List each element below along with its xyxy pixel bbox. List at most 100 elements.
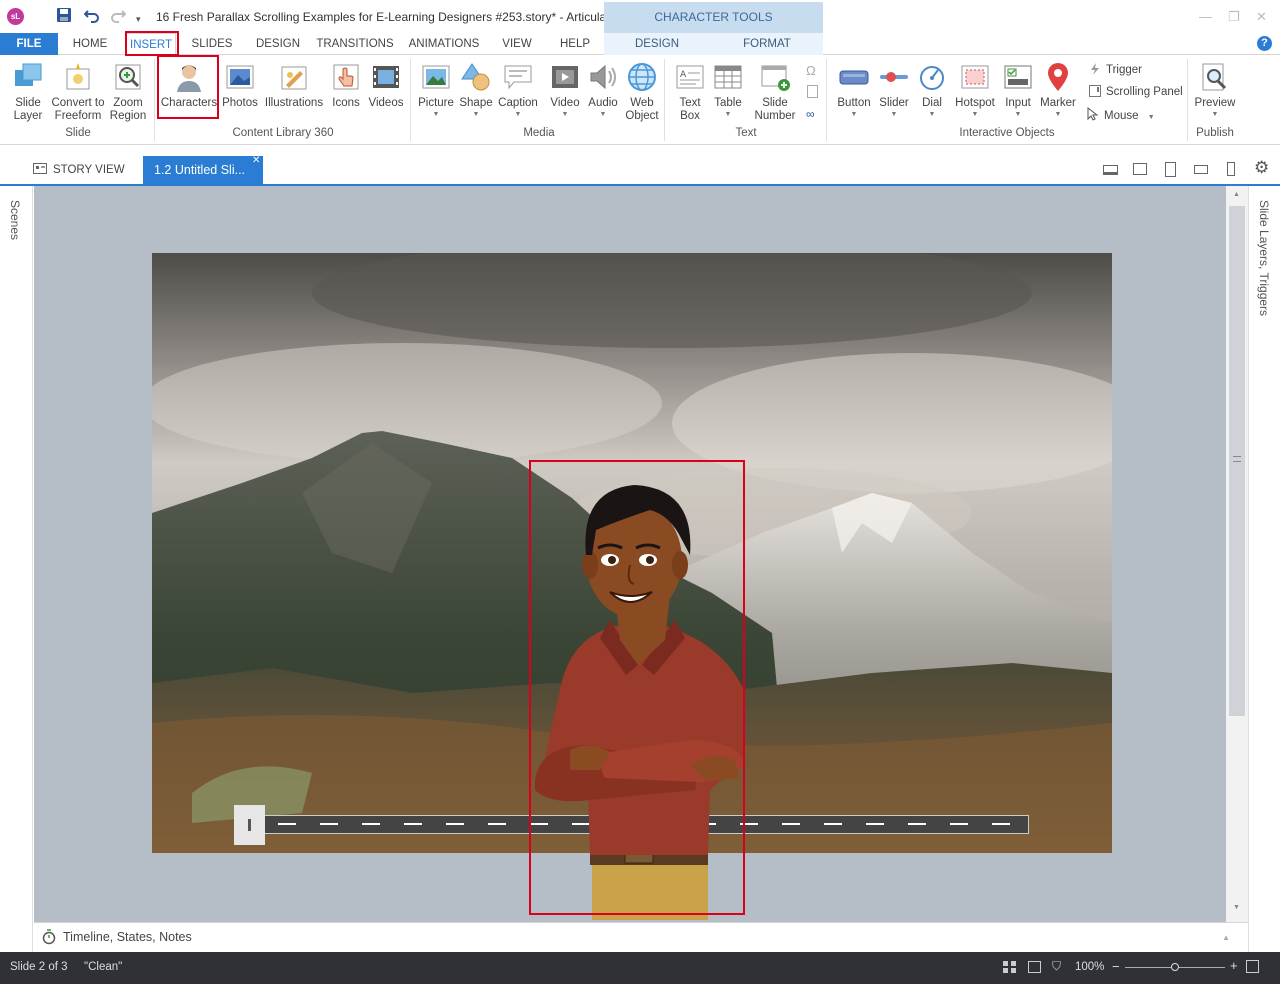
tab-character-format[interactable]: FORMAT [734, 33, 800, 55]
save-icon[interactable] [56, 7, 72, 28]
marker-button[interactable]: Marker ▼ [1038, 61, 1078, 119]
undo-icon[interactable] [83, 7, 100, 28]
illustrations-button[interactable]: Illustrations [262, 61, 326, 110]
group-separator [1187, 59, 1188, 141]
tab-design[interactable]: DESIGN [250, 33, 306, 55]
close-icon[interactable]: ✕ [1256, 10, 1267, 23]
phone-portrait-icon[interactable] [1227, 162, 1235, 176]
desktop-view-icon[interactable] [1133, 163, 1147, 175]
audio-button[interactable]: Audio ▼ [584, 61, 622, 119]
mouse-button[interactable]: Mouse ▼ [1087, 106, 1155, 125]
dial-button[interactable]: Dial ▼ [914, 61, 950, 119]
tab-character-design[interactable]: DESIGN [624, 33, 690, 55]
scenes-pane[interactable]: Scenes [0, 186, 33, 952]
chevron-down-icon: ▼ [724, 111, 732, 118]
tab-animations[interactable]: ANIMATIONS [404, 33, 484, 55]
tablet-portrait-icon[interactable] [1165, 162, 1176, 177]
tab-file[interactable]: FILE [0, 33, 58, 55]
timeline-states-notes-pane[interactable]: Timeline, States, Notes ▲ [34, 922, 1248, 952]
tab-transitions[interactable]: TRANSITIONS [314, 33, 396, 55]
convert-to-freeform-button[interactable]: Convert to Freeform [50, 61, 106, 123]
expand-up-icon[interactable]: ▲ [1222, 933, 1230, 942]
chevron-down-icon: ▼ [850, 111, 858, 118]
slide-layers-triggers-pane[interactable]: Slide Layers, Triggers [1248, 186, 1280, 952]
gear-icon[interactable]: ⚙ [1254, 158, 1269, 178]
scroll-down-icon[interactable]: ▼ [1233, 904, 1240, 911]
app-logo[interactable]: sL [7, 8, 24, 25]
slide-layer-button[interactable]: Slide Layer [6, 61, 50, 123]
chevron-down-icon: ▼ [514, 111, 522, 118]
zoom-in-icon[interactable]: + [1230, 958, 1238, 973]
scroll-up-icon[interactable]: ▲ [1233, 191, 1240, 198]
tab-home[interactable]: HOME [62, 33, 118, 55]
hyperlink-icon[interactable]: ∞ [806, 107, 815, 121]
minimize-icon[interactable]: — [1199, 10, 1212, 23]
scrollbar-thumb[interactable] [1229, 206, 1245, 716]
slide-layer-icon [12, 61, 44, 93]
icons-button[interactable]: Icons [328, 61, 364, 110]
scrolling-panel-button[interactable]: Scrolling Panel [1089, 85, 1183, 99]
equation-icon[interactable] [807, 85, 818, 98]
help-icon[interactable]: ? [1257, 36, 1272, 51]
zoom-slider-thumb[interactable] [1171, 963, 1179, 971]
button-icon [838, 61, 870, 93]
trigger-button[interactable]: Trigger [1089, 63, 1142, 77]
zoom-region-button[interactable]: Zoom Region [106, 61, 150, 123]
chevron-down-icon: ▼ [599, 111, 607, 118]
tab-help[interactable]: HELP [552, 33, 598, 55]
scroll-handle[interactable] [234, 805, 265, 845]
lightning-icon [1089, 63, 1101, 75]
input-button[interactable]: Input ▼ [998, 61, 1038, 119]
laptop-view-icon[interactable] [1103, 165, 1118, 175]
vertical-scrollbar[interactable]: ▲ ▼ [1226, 186, 1248, 922]
zoom-out-icon[interactable]: − [1112, 959, 1120, 974]
globe-icon [626, 61, 658, 93]
table-button[interactable]: Table ▼ [710, 61, 746, 119]
highlight-characters-button [157, 55, 219, 119]
slider-icon [878, 61, 910, 93]
normal-view-icon[interactable] [1028, 961, 1041, 973]
hotspot-button[interactable]: Hotspot ▼ [952, 61, 998, 119]
illustration-icon [278, 61, 310, 93]
speaker-icon [587, 61, 619, 93]
photos-button[interactable]: Photos [220, 61, 260, 110]
story-view-tab[interactable]: STORY VIEW [33, 163, 125, 176]
chevron-down-icon: ▼ [1147, 114, 1155, 121]
text-box-button[interactable]: A Text Box [670, 61, 710, 123]
fit-to-window-icon[interactable] [1246, 960, 1259, 973]
caption-icon [502, 61, 534, 93]
hand-pointer-icon [330, 61, 362, 93]
caption-button[interactable]: Caption ▼ [496, 61, 540, 119]
tab-slides[interactable]: SLIDES [186, 33, 238, 55]
story-view-icon [33, 163, 47, 174]
photo-icon [224, 61, 256, 93]
chevron-down-icon: ▼ [472, 111, 480, 118]
group-separator [826, 59, 827, 141]
video-icon [549, 61, 581, 93]
videos-button[interactable]: Videos [366, 61, 406, 110]
preview-button[interactable]: Preview ▼ [1192, 61, 1238, 119]
web-object-button[interactable]: Web Object [622, 61, 662, 123]
shape-button[interactable]: Shape ▼ [457, 61, 495, 119]
video-button[interactable]: Video ▼ [546, 61, 584, 119]
redo-icon[interactable] [110, 7, 127, 28]
customize-qa-icon[interactable]: ▾ [136, 10, 141, 28]
shape-icon [460, 61, 492, 93]
picture-button[interactable]: Picture ▼ [416, 61, 456, 119]
slider-button[interactable]: Slider ▼ [876, 61, 912, 119]
preview-slide-icon[interactable]: ⛉ [1052, 959, 1061, 974]
tab-view[interactable]: VIEW [494, 33, 540, 55]
group-label-text: Text [735, 127, 757, 139]
chevron-down-icon: ▼ [1211, 111, 1219, 118]
slide-tab-active[interactable]: 1.2 Untitled Sli... [143, 156, 263, 184]
symbol-icon[interactable]: Ω [806, 63, 816, 78]
slide-number-button[interactable]: Slide Number [748, 61, 802, 123]
button-button[interactable]: Button ▼ [832, 61, 876, 119]
view-tabs-row: STORY VIEW 1.2 Untitled Sli... ✕ ⚙ [0, 153, 1280, 186]
restore-icon[interactable]: ❐ [1228, 10, 1240, 23]
phone-landscape-icon[interactable] [1194, 165, 1208, 174]
input-icon [1002, 61, 1034, 93]
zoom-level: 100% [1075, 961, 1105, 973]
grid-view-icon[interactable] [1003, 961, 1016, 973]
close-tab-icon[interactable]: ✕ [252, 155, 260, 166]
